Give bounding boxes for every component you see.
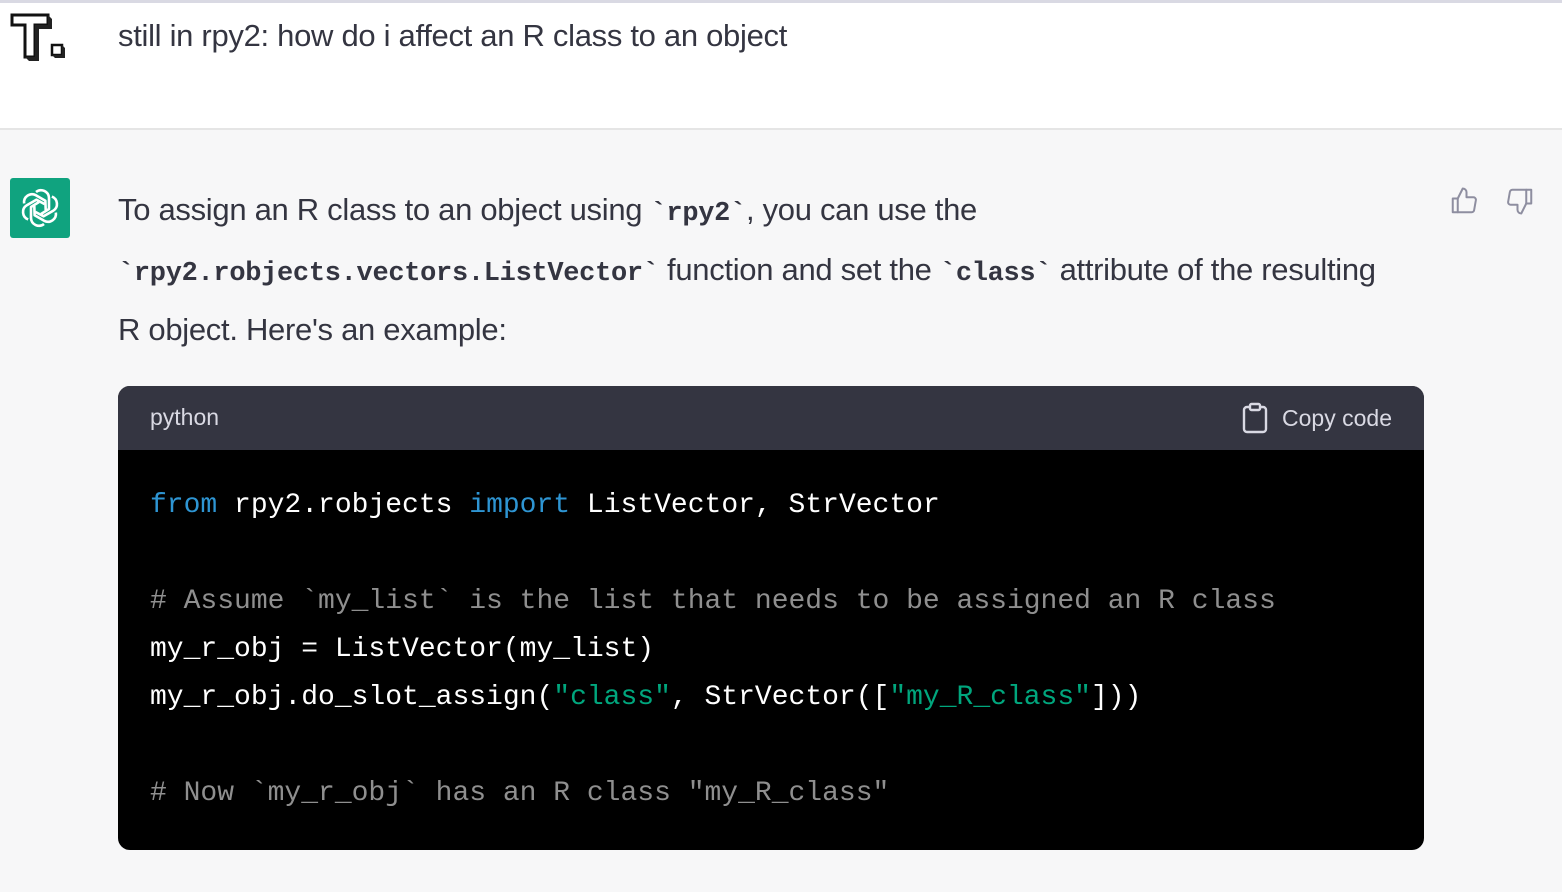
thumbs-up-icon <box>1451 187 1477 214</box>
code-text: rpy2.robjects <box>217 490 470 521</box>
openai-logo-icon <box>10 178 70 238</box>
code-string: "my_R_class" <box>889 682 1091 713</box>
code-keyword: import <box>469 490 571 521</box>
clipboard-icon <box>1242 402 1268 434</box>
inline-code-listvector: `rpy2.robjects.vectors.ListVector` <box>118 259 659 289</box>
code-text: , StrVector([ <box>670 682 890 713</box>
code-text: my_r_obj.do_slot_assign( <box>150 682 554 713</box>
code-keyword: from <box>150 490 218 521</box>
thumbs-up-button[interactable] <box>1447 184 1481 218</box>
code-text: ])) <box>1090 682 1142 713</box>
code-text: ListVector, StrVector <box>570 490 940 521</box>
code-content: from rpy2.robjects import ListVector, St… <box>150 482 1276 818</box>
thumbs-down-button[interactable] <box>1503 184 1537 218</box>
code-text: my_r_obj = ListVector(my_list) <box>150 634 655 665</box>
code-comment: # Assume `my_list` is the list that need… <box>150 586 1276 617</box>
assistant-message-row: To assign an R class to an object using … <box>0 130 1562 892</box>
copy-code-button[interactable]: Copy code <box>1242 400 1392 436</box>
answer-segment: , you can use the <box>745 192 977 227</box>
user-message-row: still in rpy2: how do i affect an R clas… <box>0 3 1562 130</box>
thumbs-down-icon <box>1507 188 1533 215</box>
answer-segment: function and set the <box>658 252 940 287</box>
copy-code-label: Copy code <box>1282 404 1392 431</box>
user-avatar-icon <box>8 9 72 69</box>
inline-code-class: `class` <box>939 259 1052 289</box>
user-message-text: still in rpy2: how do i affect an R clas… <box>118 18 788 53</box>
code-string: "class" <box>553 682 671 713</box>
answer-segment: To assign an R class to an object using <box>118 192 651 227</box>
code-comment: # Now `my_r_obj` has an R class "my_R_cl… <box>150 778 890 809</box>
code-block-header: python Copy code <box>118 386 1424 450</box>
code-language-label: python <box>150 404 220 430</box>
code-block: python Copy code from rpy2.robjects impo… <box>118 386 1424 850</box>
assistant-answer-text: To assign an R class to an object using … <box>118 182 1398 358</box>
inline-code-rpy2: `rpy2` <box>650 199 747 229</box>
